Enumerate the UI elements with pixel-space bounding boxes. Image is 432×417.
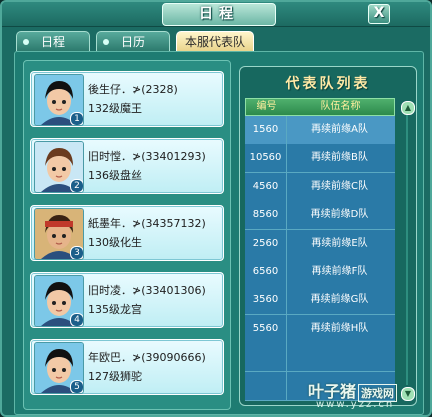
- tab-server-team[interactable]: 本服代表队: [176, 31, 254, 51]
- avatar: 5: [34, 342, 84, 394]
- member-level-school: 130级化生: [88, 236, 142, 249]
- tab-dot-icon: [103, 39, 109, 45]
- team-number: 6560: [252, 266, 279, 277]
- team-number: 1560: [252, 124, 279, 135]
- table-row[interactable]: 4560 再续前缘C队: [245, 172, 395, 202]
- member-name-line: 旧时凌．≯(33401306): [88, 282, 206, 298]
- rank-badge: 1: [70, 112, 83, 125]
- team-number: 10560: [249, 152, 282, 164]
- member-name: 旧时憆．≯: [88, 150, 142, 163]
- tab-label: 日历: [120, 35, 145, 49]
- avatar: 1: [34, 74, 84, 126]
- watermark: 叶子猪 游戏网 www.yzz.cn: [308, 378, 428, 415]
- watermark-url: www.yzz.cn: [316, 399, 395, 410]
- member-name: 旧时凌．≯: [88, 284, 142, 297]
- team-name: 再续前缘F队: [311, 266, 368, 277]
- member-id: (33401306): [141, 284, 206, 297]
- scrollbar-track[interactable]: [406, 115, 408, 385]
- team-name: 再续前缘H队: [310, 322, 369, 334]
- avatar: 4: [34, 275, 84, 327]
- team-name: 再续前缘B队: [311, 152, 368, 164]
- empty-row: [245, 343, 395, 373]
- rank-badge: 4: [70, 313, 83, 326]
- member-level-school: 127级狮驼: [88, 370, 142, 383]
- team-name: 再续前缘D队: [310, 209, 369, 221]
- rank-badge: 5: [70, 380, 83, 393]
- schedule-window: 日程 X 日程 日历 本服代表队 1 後生仔．≯(2328) 132级魔王 2 旧时憆…: [0, 0, 432, 417]
- table-row[interactable]: 1560 再续前缘A队: [245, 116, 395, 145]
- member-name: 後生仔．≯: [88, 83, 142, 96]
- member-id: (2328): [141, 83, 178, 96]
- rank-badge: 3: [70, 246, 83, 259]
- member-level-school: 135级龙宫: [88, 303, 142, 316]
- member-name-line: 後生仔．≯(2328): [88, 81, 178, 97]
- member-name: 紙墨年．≯: [88, 217, 142, 230]
- member-name-line: 紙墨年．≯(34357132): [88, 215, 206, 231]
- avatar: 3: [34, 208, 84, 260]
- member-card[interactable]: 1 後生仔．≯(2328) 132级魔王: [30, 71, 224, 127]
- table-row[interactable]: 2560 再续前缘E队: [245, 229, 395, 259]
- member-card[interactable]: 5 年欧巴．≯(39090666) 127级狮驼: [30, 339, 224, 395]
- member-id: (34357132): [141, 217, 206, 230]
- tab-label: 本服代表队: [184, 35, 245, 49]
- team-list-panel: 代表队列表 编号 队伍名称 1560 再续前缘A队 10560 再续前缘B队 4560 再…: [239, 66, 417, 406]
- table-row[interactable]: 8560 再续前缘D队: [245, 201, 395, 231]
- team-number: 2560: [252, 237, 279, 249]
- member-id: (33401293): [141, 150, 206, 163]
- member-list: 1 後生仔．≯(2328) 132级魔王 2 旧时憆．≯(33401293) 136级盘…: [23, 60, 231, 410]
- table-row[interactable]: 10560 再续前缘B队: [245, 144, 395, 174]
- team-name: 再续前缘G队: [310, 294, 369, 306]
- column-divider: [286, 116, 287, 400]
- tab-schedule[interactable]: 日程: [16, 31, 90, 51]
- member-name-line: 旧时憆．≯(33401293): [88, 148, 206, 164]
- table-row[interactable]: 6560 再续前缘F队: [245, 258, 395, 287]
- table-header: 编号 队伍名称: [245, 98, 395, 116]
- avatar: 2: [34, 141, 84, 193]
- team-name: 再续前缘A队: [311, 124, 368, 135]
- tab-calendar[interactable]: 日历: [96, 31, 170, 51]
- title-bar[interactable]: 日程 X: [2, 2, 430, 27]
- window-title: 日程: [162, 3, 276, 26]
- header-number: 编号: [256, 101, 277, 112]
- team-number: 4560: [252, 180, 279, 192]
- team-name: 再续前缘E队: [311, 237, 368, 249]
- member-name-line: 年欧巴．≯(39090666): [88, 349, 206, 365]
- header-team-name: 队伍名称: [320, 101, 361, 112]
- team-number: 8560: [252, 209, 279, 221]
- table-row[interactable]: 3560 再续前缘G队: [245, 286, 395, 316]
- member-card[interactable]: 2 旧时憆．≯(33401293) 136级盘丝: [30, 138, 224, 194]
- scroll-up-icon[interactable]: ▲: [401, 101, 415, 115]
- content-area: 1 後生仔．≯(2328) 132级魔王 2 旧时憆．≯(33401293) 136级盘…: [14, 51, 424, 415]
- member-level-school: 132级魔王: [88, 102, 142, 115]
- team-number: 3560: [252, 294, 279, 306]
- member-level-school: 136级盘丝: [88, 169, 142, 182]
- rank-badge: 2: [70, 179, 83, 192]
- table-row[interactable]: 5560 再续前缘H队: [245, 314, 395, 344]
- team-number: 5560: [252, 322, 279, 334]
- tab-dot-icon: [23, 39, 29, 45]
- close-button[interactable]: X: [368, 4, 390, 24]
- team-list-title: 代表队列表: [285, 76, 371, 92]
- member-card[interactable]: 4 旧时凌．≯(33401306) 135级龙宫: [30, 272, 224, 328]
- tab-label: 日程: [40, 35, 65, 49]
- member-id: (39090666): [141, 351, 206, 364]
- member-card[interactable]: 3 紙墨年．≯(34357132) 130级化生: [30, 205, 224, 261]
- member-name: 年欧巴．≯: [88, 351, 142, 364]
- team-name: 再续前缘C队: [311, 180, 368, 192]
